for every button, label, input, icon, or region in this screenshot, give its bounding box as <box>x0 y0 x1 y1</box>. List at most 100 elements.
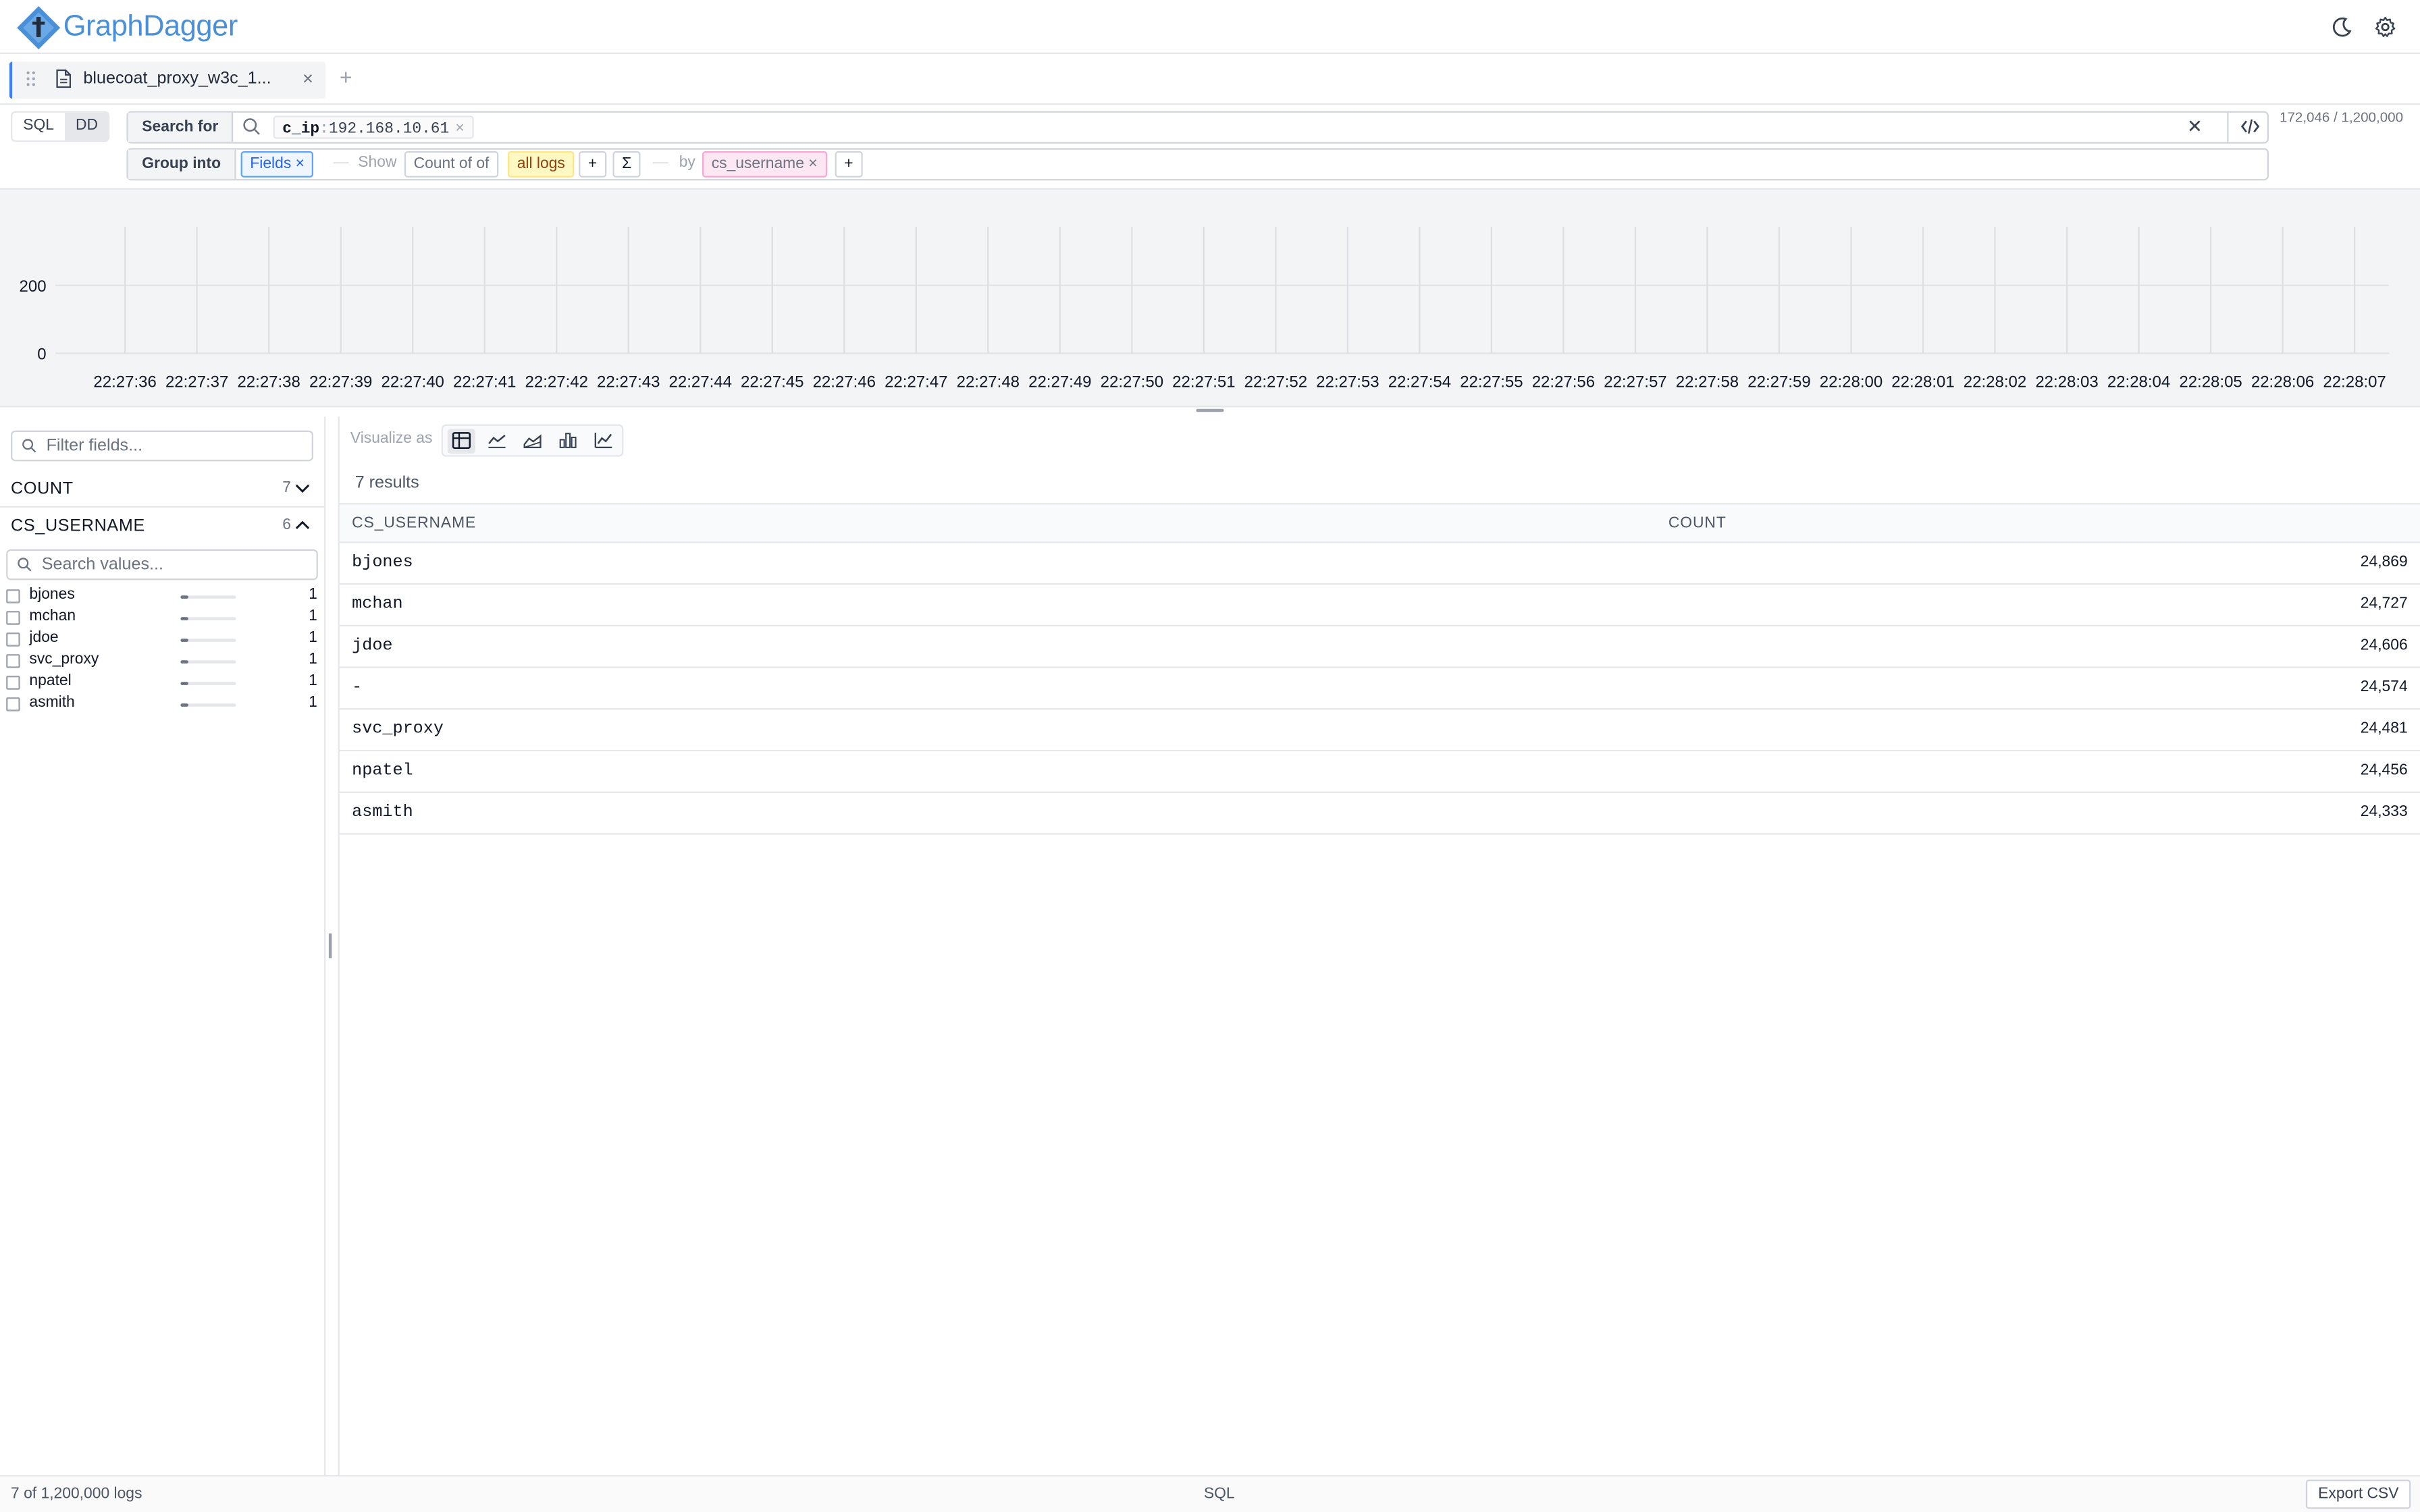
gear-icon[interactable] <box>2373 16 2396 38</box>
code-view-button[interactable] <box>2227 111 2269 144</box>
value-checkbox[interactable] <box>6 676 20 690</box>
value-name: jdoe <box>29 629 59 647</box>
value-count: 1 <box>309 651 317 668</box>
chevron-down-icon[interactable] <box>295 483 311 493</box>
table-row[interactable]: npatel 24,456 <box>339 751 2420 793</box>
table-row[interactable]: mchan 24,727 <box>339 585 2420 627</box>
filter-fields-input[interactable] <box>46 435 294 457</box>
export-csv-button[interactable]: Export CSV <box>2305 1480 2411 1509</box>
timeline-chart[interactable]: 22:27:36 22:27:37 22:27:38 22:27:39 22:27:40… <box>0 188 2420 408</box>
vertical-resize-handle[interactable] <box>328 933 332 959</box>
x-tick-label: 22:27:39 <box>309 373 372 392</box>
remove-group-by-icon[interactable]: × <box>808 156 817 173</box>
x-tick-label: 22:27:40 <box>381 373 444 392</box>
search-values-input[interactable] <box>41 554 289 576</box>
add-tab-button[interactable]: + <box>340 65 352 90</box>
line-view-button[interactable] <box>483 429 510 454</box>
column-header-cs-username[interactable]: CS_USERNAME <box>352 515 476 532</box>
brand-name[interactable]: GraphDagger <box>63 11 238 45</box>
add-aggregation-button[interactable]: + <box>579 151 606 178</box>
value-frequency-fill <box>180 617 188 620</box>
aggregation-select[interactable]: Count of of <box>404 151 499 178</box>
x-tick-label: 22:27:36 <box>93 373 156 392</box>
field-count[interactable]: COUNT 7 <box>0 472 325 508</box>
cell-cs-username: mchan <box>352 595 403 614</box>
tab-bluecoat-proxy[interactable]: bluecoat_proxy_w3c_1... × <box>9 61 326 99</box>
field-value-row[interactable]: mchan 1 <box>0 608 324 630</box>
add-group-by-button[interactable]: + <box>835 151 863 178</box>
search-values-box <box>6 549 318 580</box>
value-checkbox[interactable] <box>6 611 20 625</box>
group-by-field: cs_username <box>711 155 804 173</box>
horizontal-resize-handle[interactable] <box>1196 408 1224 412</box>
fields-sidebar: COUNT 7 CS_USERNAME 6 bjones 1 mchan 1 jdoe 1… <box>0 416 326 1476</box>
table-header: CS_USERNAME COUNT <box>339 503 2420 543</box>
clear-search-button[interactable]: ✕ <box>2187 115 2203 137</box>
field-value-row[interactable]: npatel 1 <box>0 673 324 695</box>
bar-view-button[interactable] <box>554 429 582 454</box>
cell-cs-username: npatel <box>352 762 413 781</box>
x-tick-label: 22:27:46 <box>813 373 876 392</box>
bar-chart-icon <box>559 433 577 448</box>
app-root: GraphDagger bluecoat_proxy_w3c_1... × + … <box>0 0 2420 1512</box>
chevron-up-icon[interactable] <box>295 520 311 531</box>
value-name: svc_proxy <box>29 651 99 668</box>
table-view-button[interactable] <box>447 429 476 454</box>
x-tick-label: 22:27:52 <box>1244 373 1307 392</box>
cell-count: 24,456 <box>2360 762 2408 780</box>
value-checkbox[interactable] <box>6 632 20 647</box>
table-row[interactable]: bjones 24,869 <box>339 543 2420 585</box>
table-row[interactable]: asmith 24,333 <box>339 793 2420 835</box>
fields-chip[interactable]: Fields × <box>240 151 314 178</box>
value-checkbox[interactable] <box>6 589 20 603</box>
x-tick-label: 22:27:43 <box>597 373 660 392</box>
visualize-label: Visualize as <box>350 430 433 448</box>
field-value-row[interactable]: bjones 1 <box>0 587 324 608</box>
column-header-count[interactable]: COUNT <box>1668 515 1727 532</box>
filter-separator: : <box>319 122 329 139</box>
value-count: 1 <box>309 629 317 647</box>
by-label: by <box>679 154 695 171</box>
filter-chip[interactable]: c_ip:192.168.10.61 × <box>273 115 474 139</box>
x-tick-label: 22:27:51 <box>1172 373 1235 392</box>
x-tick-label: 22:27:42 <box>525 373 588 392</box>
field-value-row[interactable]: svc_proxy 1 <box>0 651 324 673</box>
x-tick-label: 22:28:03 <box>2035 373 2098 392</box>
x-tick-label: 22:27:57 <box>1604 373 1666 392</box>
value-count: 1 <box>309 672 317 690</box>
moon-icon[interactable] <box>2330 16 2353 38</box>
drag-handle-icon[interactable] <box>26 71 36 86</box>
mode-dd-button[interactable]: DD <box>65 112 109 141</box>
field-cs-username[interactable]: CS_USERNAME 6 <box>0 509 324 545</box>
x-tick-label: 22:27:58 <box>1676 373 1739 392</box>
table-row[interactable]: - 24,574 <box>339 668 2420 710</box>
area-view-button[interactable] <box>519 429 546 454</box>
dagger-logo-icon[interactable] <box>16 5 62 51</box>
combo-view-button[interactable] <box>589 429 617 454</box>
field-value-row[interactable]: asmith 1 <box>0 695 324 716</box>
x-tick-label: 22:27:54 <box>1388 373 1451 392</box>
value-frequency-bar <box>180 703 236 707</box>
table-row[interactable]: svc_proxy 24,481 <box>339 709 2420 752</box>
x-tick-label: 22:27:53 <box>1316 373 1379 392</box>
cell-count: 24,869 <box>2360 554 2408 571</box>
mode-sql-button[interactable]: SQL <box>12 113 65 140</box>
all-logs-chip[interactable]: all logs <box>508 151 575 178</box>
table-row[interactable]: jdoe 24,606 <box>339 626 2420 668</box>
close-icon[interactable]: × <box>302 68 313 90</box>
value-checkbox[interactable] <box>6 697 20 711</box>
divider-dash: — <box>333 154 349 171</box>
x-tick-label: 22:27:56 <box>1532 373 1595 392</box>
group-by-chip[interactable]: cs_username × <box>702 151 827 178</box>
tab-bar: bluecoat_proxy_w3c_1... × + <box>0 54 2420 105</box>
combo-chart-icon <box>594 433 612 449</box>
field-value-row[interactable]: jdoe 1 <box>0 630 324 651</box>
remove-filter-icon[interactable]: × <box>455 120 464 137</box>
x-tick-label: 22:28:07 <box>2323 373 2386 392</box>
cell-count: 24,481 <box>2360 720 2408 738</box>
value-checkbox[interactable] <box>6 654 20 668</box>
field-count-badge: 7 <box>282 479 292 497</box>
cell-count: 24,606 <box>2360 637 2408 655</box>
sigma-button[interactable]: Σ <box>612 151 641 178</box>
remove-fields-icon[interactable]: × <box>296 156 305 173</box>
